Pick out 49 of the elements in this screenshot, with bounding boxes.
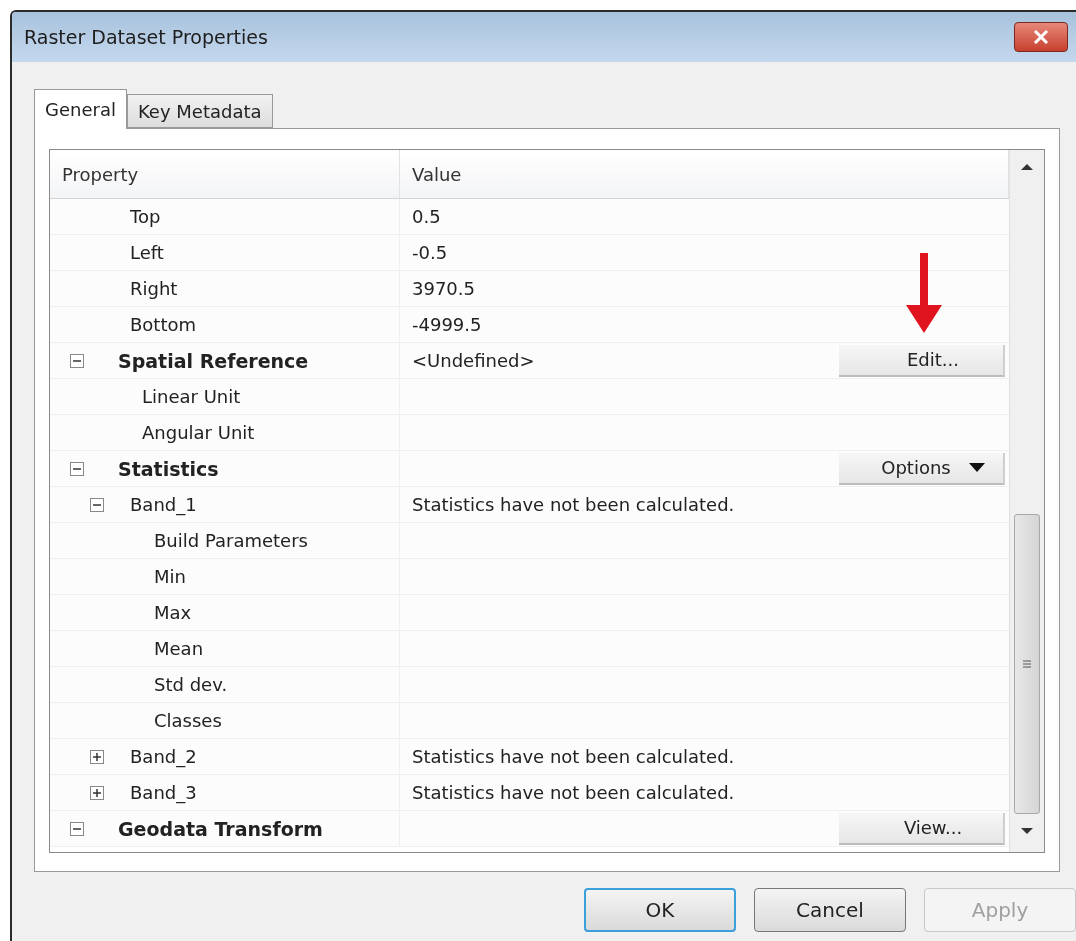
column-header: Property bbox=[50, 150, 400, 198]
property-value: Statistics have not been calculated. bbox=[412, 494, 735, 515]
expand-icon[interactable] bbox=[90, 786, 104, 800]
property-name: Bottom bbox=[130, 314, 197, 335]
property-value: Statistics have not been calculated. bbox=[412, 746, 735, 767]
collapse-icon[interactable] bbox=[70, 462, 84, 476]
property-name: Left bbox=[130, 242, 164, 263]
window-title: Raster Dataset Properties bbox=[24, 26, 268, 48]
property-value: 3970.5 bbox=[412, 278, 475, 299]
collapse-icon[interactable] bbox=[70, 354, 84, 368]
grip-icon bbox=[1022, 659, 1032, 669]
scrollbar-thumb[interactable] bbox=[1014, 514, 1040, 814]
property-name: Mean bbox=[154, 638, 204, 659]
property-value: Statistics have not been calculated. bbox=[412, 782, 735, 803]
property-name: Top bbox=[130, 206, 161, 227]
expand-icon[interactable] bbox=[90, 750, 104, 764]
tab[interactable]: Key Metadata bbox=[126, 94, 273, 128]
edit-button[interactable]: Edit... bbox=[839, 344, 1005, 377]
property-name: Max bbox=[154, 602, 192, 623]
collapse-icon[interactable] bbox=[70, 822, 84, 836]
dropdown-button[interactable]: Options bbox=[839, 452, 1005, 485]
property-name: Band_3 bbox=[130, 782, 197, 803]
property-name: Build Parameters bbox=[154, 530, 308, 551]
property-name: Linear Unit bbox=[142, 386, 241, 407]
property-name: Std dev. bbox=[154, 674, 228, 695]
close-button[interactable] bbox=[1014, 22, 1068, 52]
scroll-down-icon[interactable] bbox=[1021, 828, 1033, 834]
property-name: Band_2 bbox=[130, 746, 197, 767]
property-value: -4999.5 bbox=[412, 314, 482, 335]
property-value: <Undefined> bbox=[412, 350, 535, 371]
property-name: Spatial Reference bbox=[118, 349, 309, 372]
property-name: Band_1 bbox=[130, 494, 197, 515]
property-name: Classes bbox=[154, 710, 222, 731]
tab[interactable]: General bbox=[34, 89, 127, 129]
dialog-button[interactable]: Cancel bbox=[754, 888, 906, 932]
edit-button[interactable]: View... bbox=[839, 812, 1005, 845]
property-name: Statistics bbox=[118, 457, 219, 480]
close-icon bbox=[1033, 30, 1049, 44]
property-name: Min bbox=[154, 566, 186, 587]
dialog-button[interactable]: OK bbox=[584, 888, 736, 932]
property-name: Right bbox=[130, 278, 178, 299]
property-value: -0.5 bbox=[412, 242, 448, 263]
caret-icon bbox=[968, 463, 985, 472]
scrollbar[interactable] bbox=[1009, 150, 1044, 852]
collapse-icon[interactable] bbox=[90, 498, 104, 512]
property-name: Geodata Transform bbox=[118, 817, 323, 840]
property-name: Angular Unit bbox=[142, 422, 255, 443]
property-value: 0.5 bbox=[412, 206, 441, 227]
scroll-up-icon[interactable] bbox=[1021, 164, 1033, 170]
